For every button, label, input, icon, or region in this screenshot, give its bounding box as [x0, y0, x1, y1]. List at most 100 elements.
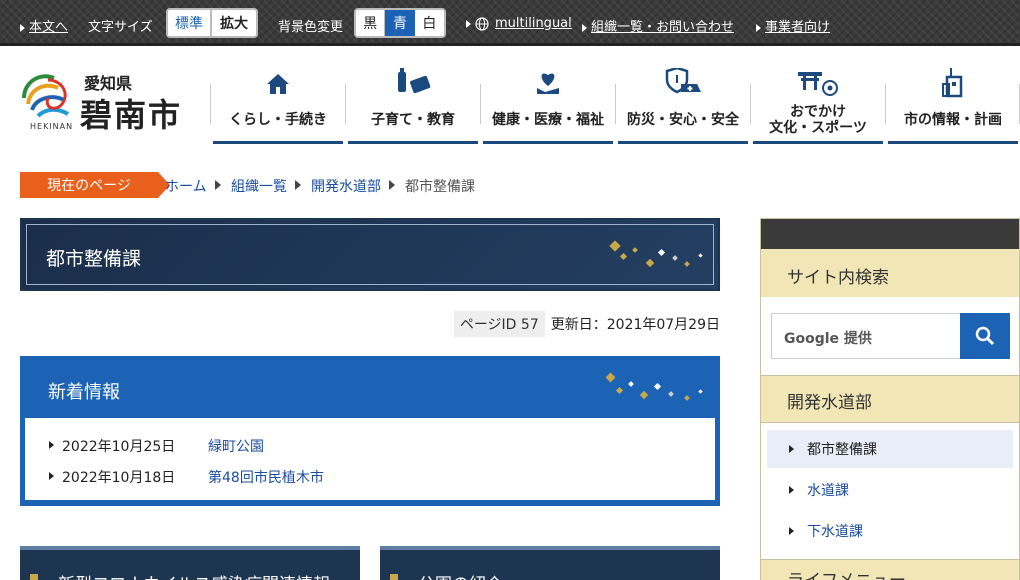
nav-item-outing-culture[interactable]: おでかけ 文化・スポーツ: [753, 66, 883, 144]
news-item: 2022年10月25日 緑町公園: [49, 436, 264, 456]
chevron-right-icon: [215, 180, 221, 190]
page-meta: ページID 57 更新日：2021年07月29日: [453, 311, 720, 337]
org-contact-link[interactable]: 組織一覧・お問い合わせ: [582, 16, 734, 35]
nav-item-living[interactable]: くらし・手続き: [213, 66, 343, 144]
bg-blue-button[interactable]: 青: [385, 10, 415, 36]
hekinan-logo-mark-icon: [22, 74, 70, 118]
side-item-link[interactable]: 下水道課: [807, 521, 863, 541]
breadcrumb-dept-link[interactable]: 開発水道部: [311, 176, 381, 196]
house-icon: [267, 74, 289, 94]
shield-ambulance-icon: [665, 68, 701, 94]
site-logo[interactable]: 愛知県 碧南市 HEKINAN: [18, 66, 188, 136]
arrow-icon: [49, 472, 54, 480]
square-marker-icon: [390, 574, 398, 580]
skip-to-content-link[interactable]: 本文へ: [20, 16, 68, 35]
sparkle-decoration-icon: [605, 372, 705, 402]
news-date: 2022年10月18日: [62, 470, 176, 486]
sidebar: サイト内検索 Google 提供 開発水道部 都市整備課 水道課 下水道課 ライ…: [760, 218, 1020, 580]
globe-icon: [475, 16, 489, 31]
global-nav: くらし・手続き 子育て・教育 健康・医療・福祉 防災・安心・安全 おでかけ 文化…: [210, 66, 1020, 144]
nav-divider: [210, 84, 211, 124]
font-size-label: 文字サイズ: [88, 20, 153, 35]
nav-label: 健康・医療・福祉: [492, 112, 604, 128]
arrow-icon: [789, 445, 794, 453]
breadcrumb-home-link[interactable]: ホーム: [165, 176, 207, 196]
search-placeholder: Google 提供: [784, 331, 872, 347]
bg-color-switcher: 黒 青 白: [354, 8, 446, 38]
multilingual-link[interactable]: multilingual: [466, 16, 572, 31]
multilingual-text: multilingual: [495, 16, 572, 31]
covid-info-card[interactable]: 新型コロナウイルス感染症関連情報: [20, 546, 360, 580]
nav-divider: [480, 84, 481, 124]
side-item[interactable]: 水道課: [767, 471, 1013, 509]
arrow-icon: [582, 23, 587, 32]
dept-header: 開発水道部: [761, 375, 1019, 423]
news-section: 新着情報 2022年10月25日 緑町公園 2022年10月18日 第48回市民…: [20, 356, 720, 506]
bg-white-button[interactable]: 白: [415, 10, 444, 36]
side-item-label: 都市整備課: [807, 442, 877, 458]
nav-label: くらし・手続き: [229, 112, 327, 128]
city-hall-icon: [942, 68, 963, 98]
gate-ball-icon: [798, 72, 838, 96]
breadcrumb-current-label: 現在のページ: [20, 172, 170, 198]
breadcrumb-org-list-link[interactable]: 組織一覧: [231, 176, 287, 196]
news-link[interactable]: 第48回市民植木市: [208, 467, 324, 487]
heart-hand-icon: [537, 73, 559, 94]
chevron-right-icon: [389, 180, 395, 190]
org-contact-text: 組織一覧・お問い合わせ: [591, 20, 735, 35]
arrow-icon: [756, 23, 761, 32]
life-menu-heading: ライフメニュー: [787, 566, 906, 580]
skip-link-text: 本文へ: [29, 20, 69, 35]
bg-color-label: 背景色変更: [278, 20, 344, 35]
breadcrumb-current-page: 都市整備課: [405, 179, 475, 195]
nav-item-safety[interactable]: 防災・安心・安全: [618, 66, 748, 144]
search-button[interactable]: [960, 313, 1010, 359]
nav-label: 子育て・教育: [371, 112, 455, 128]
business-link[interactable]: 事業者向け: [756, 16, 830, 35]
nav-item-city-info[interactable]: 市の情報・計画: [888, 66, 1018, 144]
page-title-box: 都市整備課: [20, 218, 720, 291]
chevron-right-icon: [295, 180, 301, 190]
news-date: 2022年10月25日: [62, 439, 176, 455]
nav-divider: [885, 84, 886, 124]
search-header: サイト内検索: [761, 219, 1019, 297]
bg-black-button[interactable]: 黒: [356, 10, 386, 36]
nav-label: 市の情報・計画: [904, 112, 1002, 128]
arrow-icon: [49, 441, 54, 449]
side-item[interactable]: 下水道課: [767, 512, 1013, 550]
breadcrumb: 現在のページ ホーム 組織一覧 開発水道部 都市整備課: [20, 172, 720, 198]
search-icon: [975, 326, 995, 346]
sparkle-decoration-icon: [607, 240, 707, 270]
news-link[interactable]: 緑町公園: [208, 436, 264, 456]
side-item-link[interactable]: 水道課: [807, 480, 849, 500]
arrow-icon: [20, 23, 25, 32]
nav-item-health[interactable]: 健康・医療・福祉: [483, 66, 613, 144]
nav-label: 防災・安心・安全: [627, 112, 739, 128]
updated-date: 更新日：2021年07月29日: [550, 317, 720, 333]
life-menu-header: ライフメニュー: [761, 559, 1019, 580]
nav-divider: [615, 84, 616, 124]
nav-divider: [750, 84, 751, 124]
nav-item-childcare[interactable]: 子育て・教育: [348, 66, 478, 144]
card-title: 公園の紹介: [418, 570, 503, 580]
utility-bar: 本文へ 文字サイズ 標準 拡大 背景色変更 黒 青 白 multilingual…: [0, 0, 1020, 46]
font-large-button[interactable]: 拡大: [212, 10, 256, 36]
search-input[interactable]: Google 提供: [771, 313, 961, 359]
arrow-icon: [466, 19, 471, 28]
font-size-switcher: 標準 拡大: [166, 8, 258, 38]
dept-heading: 開発水道部: [787, 393, 872, 413]
font-standard-button[interactable]: 標準: [168, 10, 212, 36]
page-id: ページID 57: [453, 311, 545, 337]
city-name: 碧南市: [80, 96, 183, 134]
nav-label-line2: 文化・スポーツ: [769, 120, 867, 136]
square-marker-icon: [30, 574, 38, 580]
search-heading: サイト内検索: [787, 268, 889, 288]
news-heading: 新着情報: [48, 382, 120, 403]
arrow-icon: [789, 527, 794, 535]
nav-divider: [345, 84, 346, 124]
park-intro-card[interactable]: 公園の紹介: [380, 546, 720, 580]
nav-label-line1: おでかけ: [790, 104, 846, 120]
side-item-current[interactable]: 都市整備課: [767, 430, 1013, 468]
news-list: 2022年10月25日 緑町公園 2022年10月18日 第48回市民植木市: [25, 418, 715, 500]
city-romaji: HEKINAN: [30, 122, 74, 131]
